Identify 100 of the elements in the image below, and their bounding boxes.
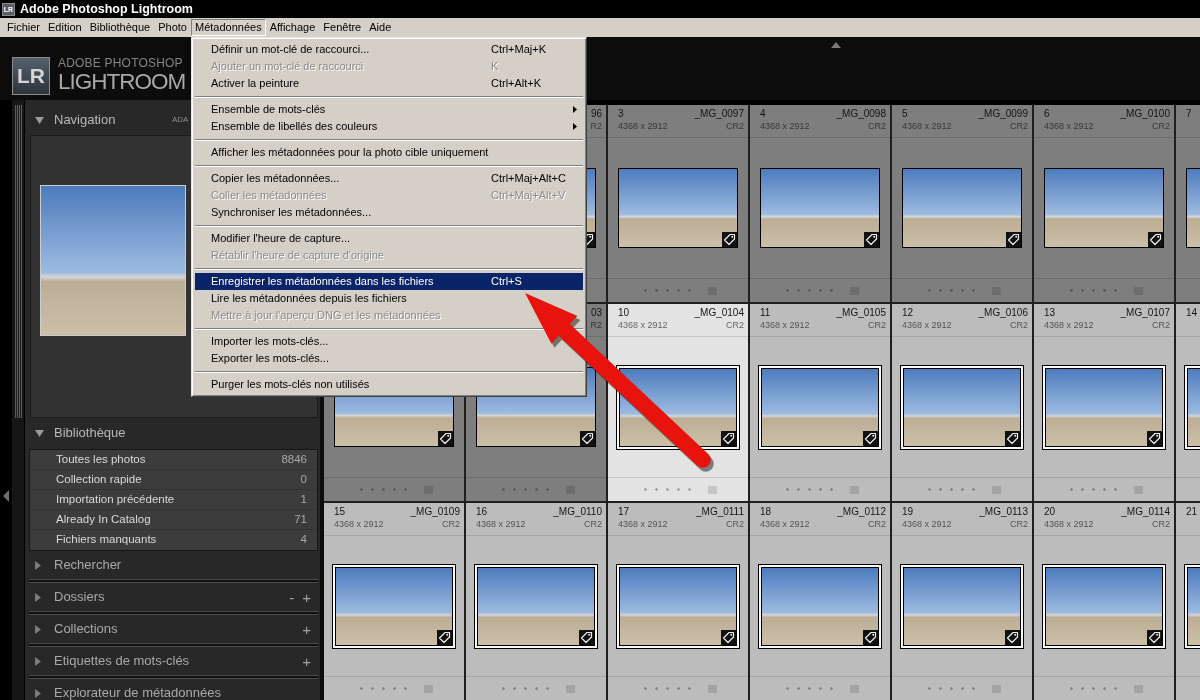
file-type: R2: [590, 319, 602, 331]
panel-title[interactable]: Navigation: [54, 110, 172, 130]
collection-item[interactable]: Collection rapide 0: [30, 470, 317, 490]
menu-item[interactable]: Fichier: [3, 19, 44, 36]
color-label-icon[interactable]: [707, 485, 717, 494]
disclosure-triangle-icon[interactable]: [35, 624, 41, 634]
disclosure-triangle-icon[interactable]: [35, 429, 44, 437]
tag-icon: [1006, 232, 1021, 247]
color-label-icon[interactable]: [565, 684, 575, 693]
menu-item[interactable]: Edition: [44, 19, 86, 36]
menu-option[interactable]: Copier les métadonnées... Ctrl+Maj+Alt+C: [195, 170, 566, 187]
color-label-icon[interactable]: [991, 485, 1001, 494]
collection-item[interactable]: Toutes les photos 8846: [30, 450, 317, 470]
menu-option[interactable]: Modifier l'heure de capture...: [195, 230, 491, 247]
image-dimensions: 4368 x 2912: [476, 518, 526, 530]
color-label-icon[interactable]: [1133, 684, 1143, 693]
color-label-icon[interactable]: [849, 485, 859, 494]
menu-option[interactable]: Activer la peinture Ctrl+Alt+K: [195, 75, 542, 92]
menu-item[interactable]: Affichage: [265, 19, 320, 36]
panel-title[interactable]: Explorateur de métadonnées: [54, 683, 221, 700]
file-type: CR2: [726, 120, 744, 132]
disclosure-triangle-icon[interactable]: [35, 656, 41, 666]
file-type: CR2: [1010, 120, 1028, 132]
tag-icon: [1148, 232, 1163, 247]
color-label-icon[interactable]: [1133, 485, 1143, 494]
menu-item[interactable]: Aide: [365, 19, 396, 36]
menu-option[interactable]: Enregistrer les métadonnées dans les fichiers Ctrl+S: [195, 273, 583, 290]
thumbnail-cell[interactable]: 7: [1176, 105, 1200, 302]
tag-icon: [863, 629, 878, 645]
photo-number: 11: [760, 307, 771, 319]
file-type: CR2: [868, 319, 886, 331]
triangle-left-icon[interactable]: [3, 490, 9, 502]
menu-option[interactable]: Afficher les métadonnées pour la photo cible uniquement: [195, 144, 491, 161]
file-name: 03: [590, 307, 602, 319]
tag-icon: [437, 629, 452, 645]
thumbnail-cell[interactable]: 5 _MG_0099 4368 x 2912 CR2: [892, 105, 1032, 302]
panel-action-button[interactable]: +: [298, 653, 315, 669]
thumbnail-cell[interactable]: 12 _MG_0106 4368 x 2912 CR2: [892, 304, 1032, 501]
color-label-icon[interactable]: [991, 684, 1001, 693]
thumbnail-cell[interactable]: 4 _MG_0098 4368 x 2912 CR2: [750, 105, 890, 302]
menu-option[interactable]: Lire les métadonnées depuis les fichiers: [195, 290, 491, 307]
thumbnail-cell[interactable]: 16 _MG_0110 4368 x 2912 CR2: [466, 503, 606, 700]
menu-option[interactable]: Ensemble de mots-clés: [195, 101, 583, 118]
file-name: _MG_0104: [694, 307, 744, 319]
triangle-up-icon[interactable]: [831, 42, 841, 48]
menu-item[interactable]: Photo: [154, 19, 191, 36]
tag-icon: [722, 232, 737, 247]
thumbnail-cell[interactable]: 17 _MG_0111 4368 x 2912 CR2: [608, 503, 748, 700]
photo-number: 17: [618, 506, 630, 518]
panel-title[interactable]: Bibliothèque: [54, 423, 126, 443]
collection-item[interactable]: Fichiers manquants 4: [30, 530, 317, 550]
file-name: _MG_0110: [553, 506, 602, 518]
thumbnail-cell[interactable]: 13 _MG_0107 4368 x 2912 CR2: [1034, 304, 1174, 501]
panel-action-button[interactable]: +: [298, 621, 315, 637]
disclosure-triangle-icon[interactable]: [35, 688, 41, 698]
panel-title[interactable]: Dossiers: [54, 587, 105, 607]
thumbnail-cell[interactable]: 21: [1176, 503, 1200, 700]
thumbnail-cell[interactable]: 11 _MG_0105 4368 x 2912 CR2: [750, 304, 890, 501]
panel-title[interactable]: Collections: [54, 619, 118, 639]
thumbnail-cell[interactable]: 18 _MG_0112 4368 x 2912 CR2: [750, 503, 890, 700]
file-type: CR2: [726, 319, 744, 331]
thumbnail-cell[interactable]: 19 _MG_0113 4368 x 2912 CR2: [892, 503, 1032, 700]
panel-action-button[interactable]: -: [285, 589, 299, 605]
color-label-icon[interactable]: [423, 684, 433, 693]
color-label-icon[interactable]: [849, 684, 859, 693]
disclosure-triangle-icon[interactable]: [35, 592, 41, 602]
menu-option[interactable]: Définir un mot-clé de raccourci... Ctrl+Maj+K: [195, 41, 547, 58]
image-dimensions: 4368 x 2912: [1044, 120, 1094, 132]
item-count: 1: [300, 491, 307, 507]
panel-resize-handle[interactable]: [15, 105, 22, 418]
tag-icon: [579, 629, 594, 645]
menu-item[interactable]: Bibliothèque: [85, 19, 155, 36]
thumbnail-cell[interactable]: 15 _MG_0109 4368 x 2912 CR2: [324, 503, 464, 700]
collection-item[interactable]: Already In Catalog 71: [30, 510, 317, 530]
thumbnail-cell[interactable]: 6 _MG_0100 4368 x 2912 CR2: [1034, 105, 1174, 302]
tag-icon: [1147, 629, 1162, 645]
thumbnail-cell[interactable]: 10 _MG_0104 4368 x 2912 CR2: [608, 304, 748, 501]
menu-item[interactable]: Fenêtre: [319, 19, 366, 36]
thumbnail-cell[interactable]: 3 _MG_0097 4368 x 2912 CR2: [608, 105, 748, 302]
product-subtitle: ADOBE PHOTOSHOP: [58, 57, 184, 70]
menu-item[interactable]: Métadonnées: [190, 19, 266, 36]
panel-title[interactable]: Rechercher: [54, 555, 122, 575]
disclosure-triangle-icon[interactable]: [35, 116, 44, 124]
thumbnail-cell[interactable]: 20 _MG_0114 4368 x 2912 CR2: [1034, 503, 1174, 700]
photo-number: 6: [1044, 108, 1050, 120]
thumbnail-cell[interactable]: 14: [1176, 304, 1200, 501]
panel-action-button[interactable]: +: [298, 589, 315, 605]
photo-number: 4: [760, 108, 766, 120]
image-dimensions: 4368 x 2912: [618, 518, 668, 530]
collection-item[interactable]: Importation précédente 1: [30, 490, 317, 510]
keyboard-shortcut: K: [491, 59, 499, 75]
tag-icon: [438, 431, 453, 446]
panel-title[interactable]: Etiquettes de mots-clés: [54, 651, 190, 671]
menu-option[interactable]: Ensemble de libellés des couleurs: [195, 118, 583, 135]
panel-header-option[interactable]: ADA: [172, 114, 189, 126]
tag-icon: [1005, 430, 1020, 446]
color-label-icon[interactable]: [707, 684, 717, 693]
photo-number: 21: [1186, 506, 1198, 518]
disclosure-triangle-icon[interactable]: [35, 560, 41, 570]
menu-option[interactable]: Synchroniser les métadonnées...: [195, 204, 491, 221]
